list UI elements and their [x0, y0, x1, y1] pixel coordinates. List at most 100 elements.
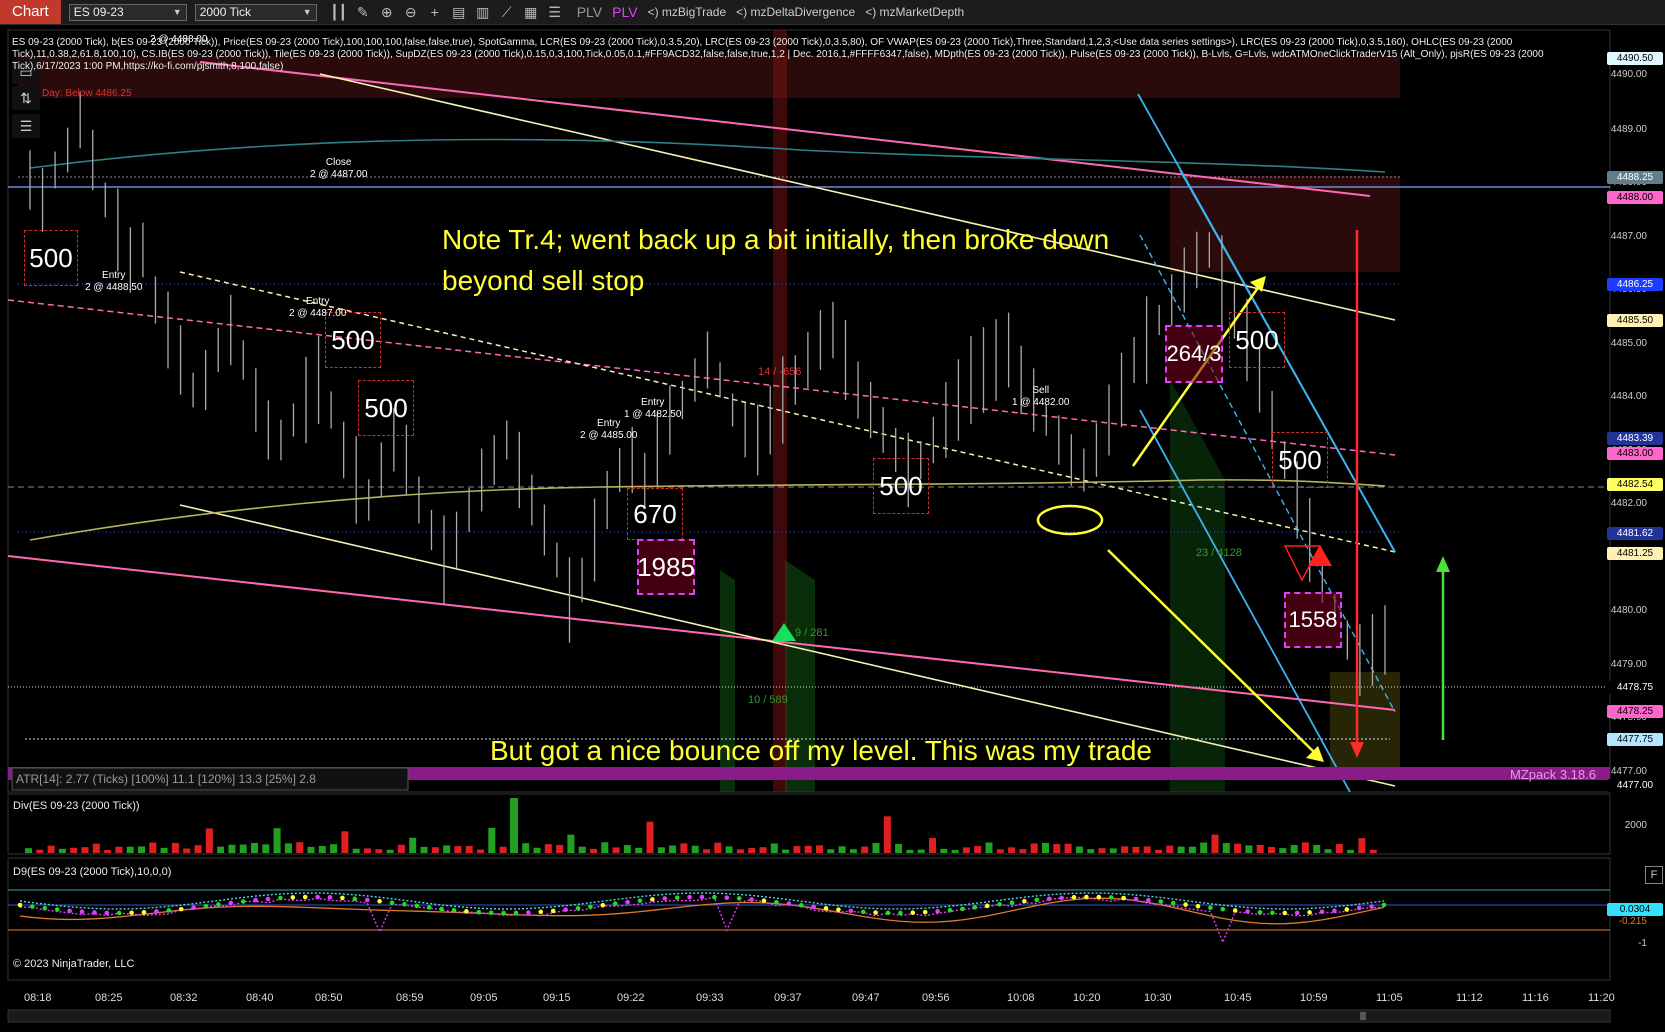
- div-bar: [194, 845, 202, 853]
- div-bar: [635, 847, 643, 853]
- price-axis-label: 4489.00: [1610, 124, 1647, 135]
- d9-dot: [488, 910, 494, 916]
- div-bar: [974, 846, 982, 853]
- div-bar: [1335, 844, 1343, 853]
- div-bar: [601, 842, 609, 853]
- div-histogram: [25, 798, 1377, 853]
- d9-dot: [1022, 898, 1027, 904]
- div-bar: [623, 845, 631, 853]
- d9-panel-label: D9(ES 09-23 (2000 Tick),10,0,0): [13, 866, 172, 878]
- div-bar: [1234, 843, 1242, 853]
- d9-dot: [1319, 909, 1325, 914]
- d9-dot: [54, 907, 60, 912]
- d9-low-label: -0.215: [1618, 916, 1647, 927]
- d9-dot: [922, 909, 928, 915]
- delta-zone-green: [1170, 380, 1225, 792]
- time-axis-label: 08:50: [315, 992, 343, 1004]
- div-bar: [36, 849, 44, 853]
- d9-dot: [42, 905, 48, 911]
- div-bar: [160, 847, 168, 853]
- note-bottom: But got a nice bounce off my level. This…: [490, 735, 1152, 766]
- div-bar: [782, 849, 790, 853]
- d9-dot: [625, 899, 630, 905]
- div-bar: [1166, 845, 1174, 853]
- delta-label-green: 23 / 4128: [1196, 547, 1242, 559]
- d9-dot: [116, 910, 122, 916]
- d9-dot: [67, 908, 72, 914]
- d9-dot: [1046, 896, 1052, 902]
- f-button[interactable]: F: [1645, 866, 1663, 884]
- d9-dot: [228, 900, 234, 906]
- indicator-header: ES 09-23 (2000 Tick), b(ES 09-23 (2000 T…: [12, 37, 1544, 72]
- entry-marker-label: Entry 2 @ 4487.00: [289, 296, 347, 319]
- price-chart[interactable]: [0, 0, 1665, 1032]
- d9-dot: [960, 906, 965, 912]
- d9-dot: [17, 902, 23, 908]
- div-bar: [330, 844, 338, 853]
- div-bar: [171, 842, 179, 853]
- d9-dot: [898, 910, 903, 916]
- d9-dot: [811, 904, 816, 910]
- big-trade-box: 500: [1229, 312, 1285, 368]
- d9-dot: [1307, 910, 1312, 915]
- div-bar: [748, 848, 756, 853]
- d9-dot: [774, 899, 779, 905]
- div-bar: [544, 844, 552, 853]
- div-bar: [996, 849, 1004, 853]
- d9-dot: [885, 910, 891, 916]
- d9-dot: [302, 894, 308, 900]
- div-bar: [1064, 843, 1072, 853]
- scale-icon[interactable]: ⇅: [12, 86, 40, 110]
- div-bar: [409, 837, 417, 853]
- div-bar: [477, 849, 484, 853]
- d9-dot: [1208, 905, 1213, 911]
- d9-dot: [637, 898, 643, 903]
- div-panel-border: [7, 793, 1611, 855]
- d9-dot: [141, 909, 147, 915]
- price-level-badge: 4490.50: [1607, 52, 1663, 65]
- menu-icon[interactable]: ☰: [12, 114, 40, 138]
- d9-dot: [1034, 897, 1040, 903]
- time-axis-label: 10:59: [1300, 992, 1328, 1004]
- div-bar: [1188, 846, 1196, 853]
- div-bar: [736, 849, 744, 853]
- div-bar: [465, 845, 473, 853]
- d9-dot: [588, 904, 593, 910]
- d9-dot: [290, 895, 296, 900]
- div-bar: [318, 845, 326, 853]
- div-bar: [25, 848, 32, 853]
- d9-dot: [687, 894, 692, 900]
- time-axis-label: 11:05: [1376, 992, 1403, 1004]
- time-axis-label: 10:20: [1073, 992, 1101, 1004]
- div-bar: [1109, 848, 1117, 853]
- d9-dot: [823, 906, 829, 911]
- div-bar: [115, 846, 123, 853]
- div-bar: [1301, 842, 1309, 853]
- price-axis-label: 4490.00: [1610, 69, 1647, 80]
- d9-dot: [526, 910, 531, 915]
- mzpack-label: MZpack 3.18.6: [1510, 767, 1596, 782]
- div-bar: [590, 848, 597, 853]
- day-level-label: Day: Below 4486.25: [42, 88, 132, 99]
- d9-dot: [1257, 910, 1263, 915]
- price-level-badge: 4486.25: [1607, 278, 1663, 291]
- scrollbar-thumb[interactable]: [1360, 1012, 1366, 1020]
- big-trade-box-magenta: 1985: [637, 539, 695, 595]
- div-bar: [951, 849, 959, 853]
- d9-dot: [1071, 895, 1077, 900]
- div-bar: [872, 843, 880, 853]
- div-bar: [420, 846, 428, 853]
- d9-dot: [30, 904, 35, 909]
- div-bar: [352, 848, 360, 853]
- d9-dot: [315, 894, 320, 900]
- div-bar: [1290, 845, 1298, 853]
- div-bar: [386, 849, 394, 853]
- horizontal-scrollbar[interactable]: [7, 1009, 1611, 1023]
- d9-dot: [352, 896, 358, 902]
- div-bar: [691, 845, 699, 853]
- div-bar: [307, 846, 315, 853]
- d9-dot: [389, 900, 395, 906]
- note-line-1: Note Tr.4; went back up a bit initially,…: [442, 224, 1110, 255]
- div-bar: [917, 849, 925, 853]
- price-axis-label: 4480.00: [1610, 605, 1647, 616]
